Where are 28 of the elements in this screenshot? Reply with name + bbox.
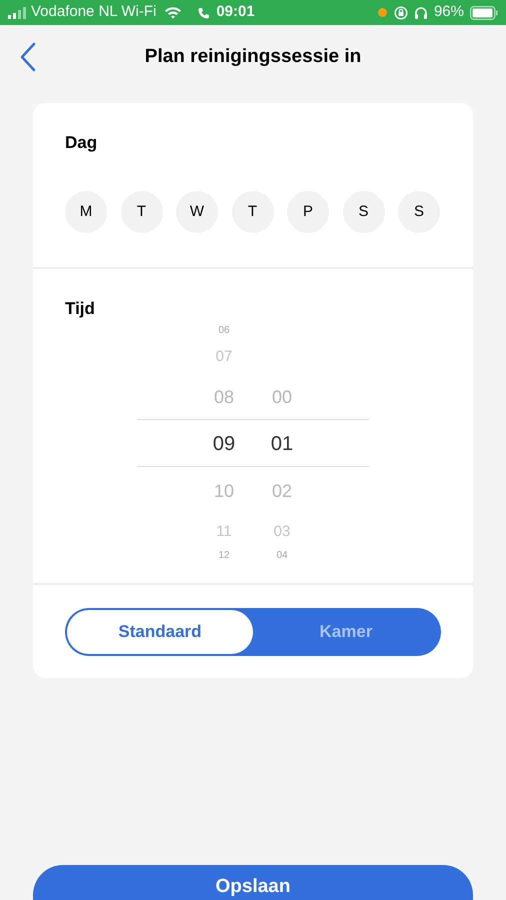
day-button[interactable]: T <box>120 191 162 233</box>
picker-value[interactable]: 06 <box>218 326 230 336</box>
carrier-name: Vodafone NL Wi-Fi <box>31 2 156 22</box>
save-button[interactable]: Opslaan <box>33 865 473 900</box>
day-button[interactable]: P <box>287 191 329 233</box>
rotation-lock-icon <box>394 6 408 20</box>
battery-icon <box>470 6 498 20</box>
back-icon[interactable] <box>19 42 37 72</box>
section-label: Dag <box>65 133 98 153</box>
wifi-icon <box>164 6 182 19</box>
day-button[interactable]: S <box>398 191 440 233</box>
section-label: Tijd <box>65 299 96 319</box>
picker-value[interactable]: 09 <box>212 434 236 454</box>
mode-tab[interactable]: Kamer <box>253 610 439 654</box>
day-button[interactable]: T <box>232 191 274 233</box>
mode-tab[interactable]: Standaard <box>67 610 253 654</box>
day-button[interactable]: S <box>342 191 384 233</box>
page-title: Plan reinigingssessie in <box>144 44 362 69</box>
picker-value[interactable]: 04 <box>276 551 288 561</box>
signal-icon <box>8 6 26 18</box>
headphones-icon <box>414 6 428 20</box>
day-button[interactable]: M <box>65 191 107 233</box>
clock-time: 09:01 <box>216 2 255 22</box>
battery-percentage: 96% <box>434 2 464 22</box>
day-button[interactable]: W <box>176 191 218 233</box>
phone-icon <box>198 6 210 18</box>
picker-value[interactable]: 12 <box>218 551 230 561</box>
picker-value[interactable]: 01 <box>270 434 294 454</box>
